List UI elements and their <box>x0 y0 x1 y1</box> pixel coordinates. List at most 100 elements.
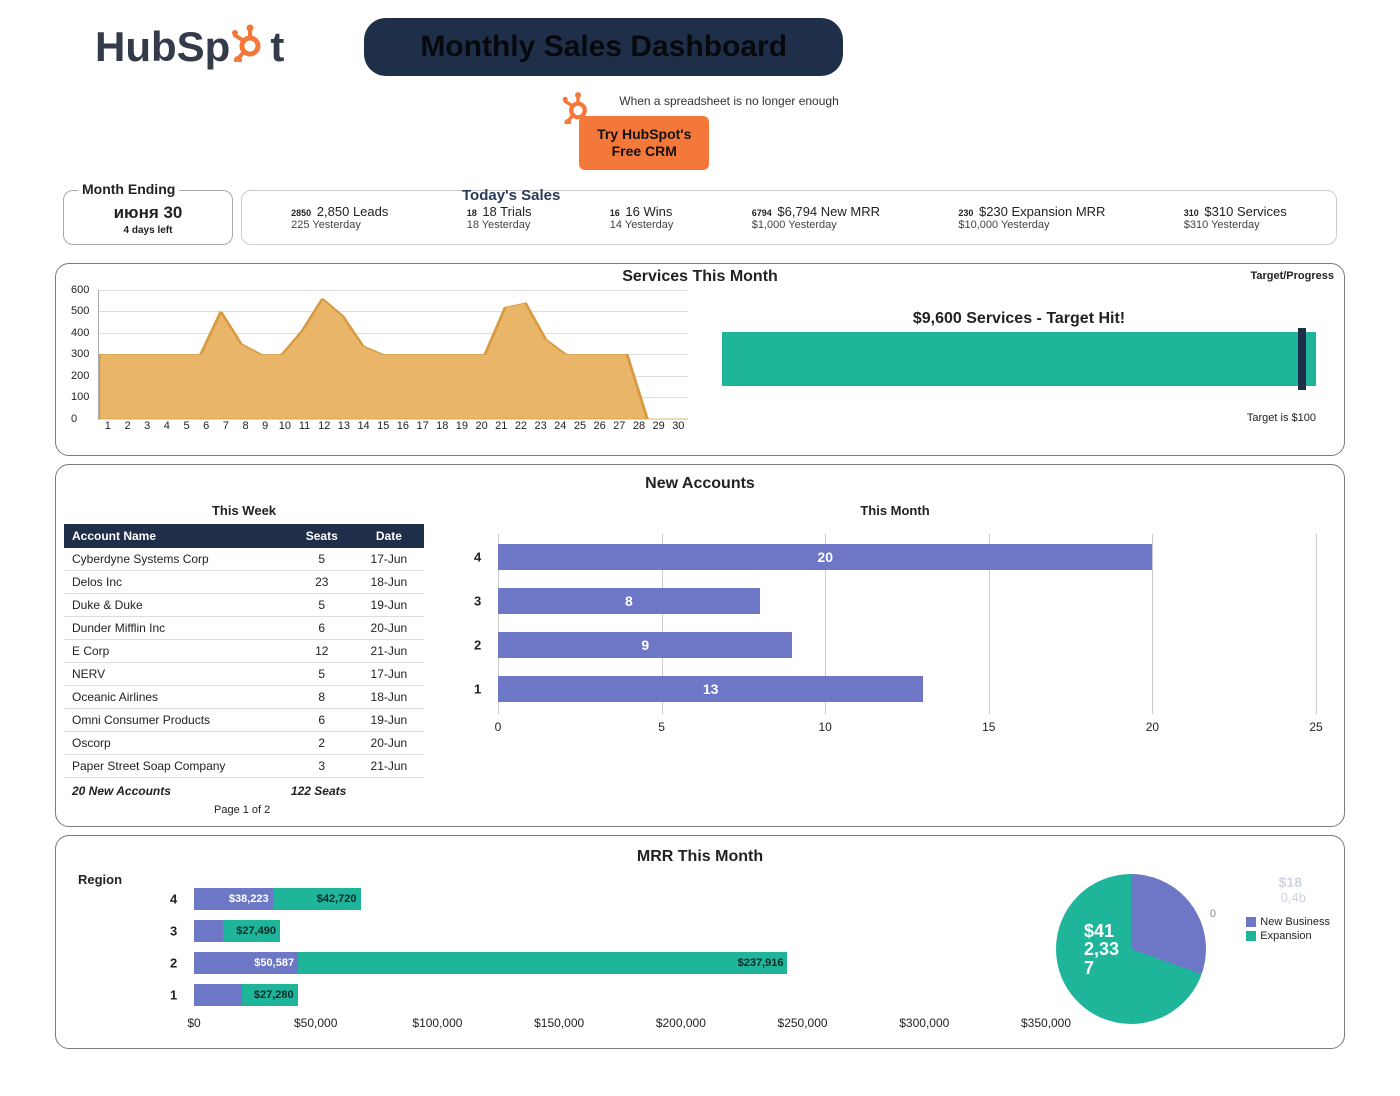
x-tick: 5 <box>658 720 665 734</box>
x-tick: 4 <box>157 420 177 432</box>
x-tick: 23 <box>531 420 551 432</box>
hbar: 8 <box>498 588 760 614</box>
x-tick: 14 <box>354 420 374 432</box>
mrr-bar-chart: $38,223$42,7204$27,4903$50,587$237,9162$… <box>194 882 1046 1012</box>
accounts-summary-left: 20 New Accounts <box>72 784 171 798</box>
accounts-table: Account NameSeatsDate Cyberdyne Systems … <box>64 524 424 778</box>
x-tick: 3 <box>137 420 157 432</box>
x-tick: $100,000 <box>412 1016 462 1030</box>
table-row: Paper Street Soap Company321-Jun <box>64 754 424 777</box>
x-tick: 2 <box>118 420 138 432</box>
try-crm-button[interactable]: Try HubSpot's Free CRM <box>579 116 709 170</box>
month-ending-sub: 4 days left <box>84 225 212 236</box>
this-week-label: This Week <box>64 501 424 524</box>
x-tick: $50,000 <box>294 1016 337 1030</box>
x-tick: 5 <box>177 420 197 432</box>
y-tick: 4 <box>474 549 481 564</box>
mrr-title: MRR This Month <box>64 842 1336 868</box>
table-header: Date <box>354 524 424 548</box>
y-tick: 3 <box>474 593 481 608</box>
table-row: Delos Inc2318-Jun <box>64 570 424 593</box>
accounts-title: New Accounts <box>64 471 1336 501</box>
mrr-bar-row: $27,490 <box>194 920 280 942</box>
mrr-bar-row: $27,280 <box>194 984 298 1006</box>
x-tick: 15 <box>373 420 393 432</box>
header: HubSp t Monthly Sales Dashboard <box>55 0 1345 84</box>
table-header: Account Name <box>64 524 290 548</box>
region-label: Region <box>78 872 122 887</box>
x-tick: 22 <box>511 420 531 432</box>
stat-item: 2850 2,850 Leads225 Yesterday <box>291 204 388 231</box>
sprocket-icon <box>230 22 270 62</box>
x-tick: 15 <box>982 720 995 734</box>
x-tick: 11 <box>295 420 315 432</box>
todays-sales-label: Today's Sales <box>462 187 560 204</box>
x-tick: 13 <box>334 420 354 432</box>
x-tick: 25 <box>1309 720 1322 734</box>
promo-bar: When a spreadsheet is no longer enough T… <box>55 84 1345 182</box>
x-tick: 25 <box>570 420 590 432</box>
pie-side-label-3: 0 <box>1210 908 1216 920</box>
hbar: 9 <box>498 632 792 658</box>
services-progress-bar <box>722 332 1316 386</box>
accounts-panel: New Accounts This Week Account NameSeats… <box>55 464 1345 827</box>
x-tick: 30 <box>668 420 688 432</box>
table-row: NERV517-Jun <box>64 662 424 685</box>
mrr-panel: MRR This Month Region $38,223$42,7204$27… <box>55 835 1345 1049</box>
x-tick: 17 <box>413 420 433 432</box>
x-tick: 12 <box>314 420 334 432</box>
accounts-summary-right: 122 Seats <box>291 784 346 798</box>
x-tick: 20 <box>1146 720 1159 734</box>
x-tick: 27 <box>609 420 629 432</box>
y-tick: 100 <box>71 391 89 403</box>
y-tick: 200 <box>71 370 89 382</box>
y-tick: 400 <box>71 327 89 339</box>
accounts-hbar-chart: 2048392131 <box>498 534 1316 714</box>
target-footer: Target is $100 <box>722 412 1316 424</box>
x-tick: 24 <box>550 420 570 432</box>
services-target-text: $9,600 Services - Target Hit! <box>722 310 1316 328</box>
table-row: Oscorp220-Jun <box>64 731 424 754</box>
x-tick: 29 <box>649 420 669 432</box>
x-tick: 26 <box>590 420 610 432</box>
mrr-bar-row: $38,223$42,720 <box>194 888 361 910</box>
legend-expansion: Expansion <box>1260 930 1311 942</box>
x-tick: 8 <box>236 420 256 432</box>
x-tick: $0 <box>187 1016 200 1030</box>
stats-panel: Month Ending июня 30 4 days left Today's… <box>55 190 1345 255</box>
y-tick: 600 <box>71 284 89 296</box>
pie-legend: New Business Expansion <box>1246 914 1330 944</box>
legend-new-business: New Business <box>1260 916 1330 928</box>
x-tick: 19 <box>452 420 472 432</box>
page-title: Monthly Sales Dashboard <box>364 18 843 76</box>
hbar: 20 <box>498 544 1152 570</box>
x-tick: 0 <box>495 720 502 734</box>
table-row: Omni Consumer Products619-Jun <box>64 708 424 731</box>
month-ending-label: Month Ending <box>78 181 179 197</box>
mrr-pie-chart: $412,337 <box>1056 874 1206 1024</box>
y-tick: 3 <box>170 923 177 938</box>
table-row: E Corp1221-Jun <box>64 639 424 662</box>
y-tick: 1 <box>474 681 481 696</box>
y-tick: 500 <box>71 305 89 317</box>
y-tick: 2 <box>474 637 481 652</box>
x-tick: $150,000 <box>534 1016 584 1030</box>
hubspot-logo: HubSp t <box>95 22 284 72</box>
x-tick: 1 <box>98 420 118 432</box>
stat-item: 230 $230 Expansion MRR$10,000 Yesterday <box>958 204 1105 231</box>
table-row: Duke & Duke519-Jun <box>64 593 424 616</box>
table-row: Dunder Mifflin Inc620-Jun <box>64 616 424 639</box>
x-tick: 18 <box>432 420 452 432</box>
y-tick: 300 <box>71 348 89 360</box>
this-month-label: This Month <box>454 501 1336 524</box>
y-tick: 4 <box>170 891 177 906</box>
table-row: Oceanic Airlines818-Jun <box>64 685 424 708</box>
x-tick: $200,000 <box>656 1016 706 1030</box>
mrr-pie-block: $18 0,4b 0 $412,337 New Business Expansi… <box>1056 868 1336 1038</box>
table-header: Seats <box>290 524 354 548</box>
month-ending-box: Month Ending июня 30 4 days left <box>63 190 233 245</box>
hbar: 13 <box>498 676 923 702</box>
mrr-bar-row: $50,587$237,916 <box>194 952 787 974</box>
y-tick: 0 <box>71 413 77 425</box>
stat-item: 16 16 Wins14 Yesterday <box>610 204 674 231</box>
